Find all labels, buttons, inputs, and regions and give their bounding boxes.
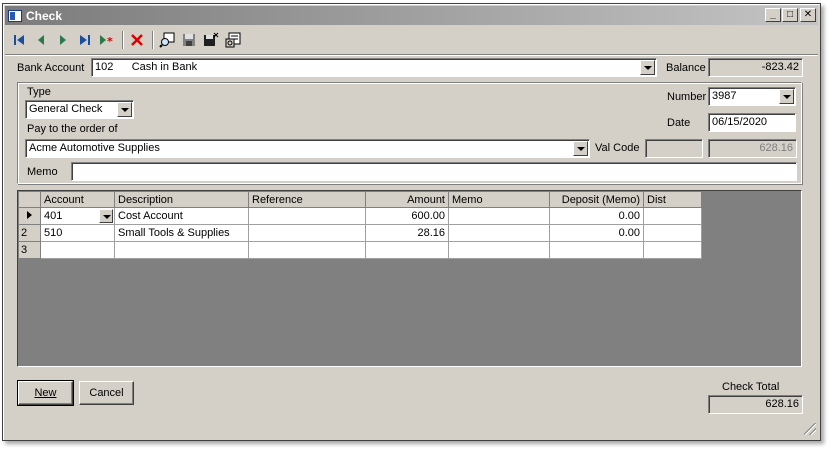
date-label: Date — [667, 117, 691, 129]
column-header-reference[interactable]: Reference — [248, 191, 366, 208]
table-row[interactable]: 401 Cost Account 600.00 0.00 — [18, 207, 702, 225]
row-header-corner — [18, 191, 41, 208]
val-code-field — [645, 139, 703, 158]
number-select[interactable]: 3987 — [708, 87, 796, 106]
save-icon[interactable] — [179, 30, 199, 50]
first-record-icon[interactable] — [9, 30, 29, 50]
dist-cell[interactable] — [643, 207, 702, 225]
deposit-cell[interactable]: 0.00 — [549, 207, 644, 225]
bank-account-label: Bank Account — [17, 62, 85, 74]
account-cell[interactable]: 510 — [40, 224, 115, 242]
check-amount-field: 628.16 — [708, 139, 797, 158]
chevron-down-icon[interactable] — [117, 102, 132, 117]
dist-cell[interactable] — [643, 241, 702, 259]
delete-icon[interactable] — [127, 30, 147, 50]
amount-cell[interactable]: 28.16 — [365, 224, 449, 242]
reference-cell[interactable] — [248, 241, 366, 259]
column-header-deposit-memo[interactable]: Deposit (Memo) — [549, 191, 644, 208]
previous-record-icon[interactable] — [31, 30, 51, 50]
amount-cell[interactable] — [365, 241, 449, 259]
balance-label: Balance — [666, 62, 706, 74]
column-header-amount[interactable]: Amount — [365, 191, 449, 208]
account-cell[interactable]: 401 — [40, 207, 115, 225]
number-value: 3987 — [712, 90, 737, 102]
column-header-dist[interactable]: Dist — [643, 191, 702, 208]
payee-value: Acme Automotive Supplies — [29, 142, 160, 154]
bank-account-select[interactable]: 102 Cash in Bank — [91, 58, 657, 77]
title-bar[interactable]: Check _ □ ✕ — [5, 6, 818, 25]
description-cell[interactable] — [114, 241, 249, 259]
cancel-button-label: Cancel — [89, 387, 124, 399]
type-select[interactable]: General Check — [25, 100, 134, 119]
new-button[interactable]: New — [17, 380, 74, 406]
description-cell[interactable]: Small Tools & Supplies — [114, 224, 249, 242]
current-row-icon — [27, 211, 32, 219]
maximize-button[interactable]: □ — [782, 8, 798, 22]
distribution-grid: Account Description Reference Amount Mem… — [17, 190, 802, 367]
last-record-icon[interactable] — [75, 30, 95, 50]
reference-cell[interactable] — [248, 207, 366, 225]
deposit-cell[interactable] — [549, 241, 644, 259]
next-record-icon[interactable] — [53, 30, 73, 50]
cancel-button[interactable]: Cancel — [79, 381, 134, 405]
chevron-down-icon[interactable] — [640, 60, 655, 75]
table-row[interactable]: 3 — [18, 241, 702, 259]
chevron-down-icon[interactable] — [779, 89, 794, 104]
new-button-label: New — [34, 387, 57, 399]
amount-cell[interactable]: 600.00 — [365, 207, 449, 225]
app-icon[interactable] — [8, 9, 22, 22]
chevron-down-icon[interactable] — [573, 141, 588, 156]
toolbar-separator — [122, 31, 124, 49]
deposit-cell[interactable]: 0.00 — [549, 224, 644, 242]
reference-cell[interactable] — [248, 224, 366, 242]
number-label: Number — [667, 91, 707, 103]
memo-label: Memo — [27, 166, 58, 178]
minimize-button[interactable]: _ — [765, 8, 781, 22]
find-icon[interactable] — [157, 30, 177, 50]
toolbar: * — [9, 29, 245, 51]
val-code-label: Val Code — [595, 142, 640, 154]
balance-field: -823.42 — [708, 58, 803, 77]
type-value: General Check — [29, 103, 103, 115]
table-row[interactable]: 2 510 Small Tools & Supplies 28.16 0.00 — [18, 224, 702, 242]
window-title: Check — [26, 8, 63, 23]
memo-cell[interactable] — [448, 207, 550, 225]
payee-select[interactable]: Acme Automotive Supplies — [25, 139, 590, 158]
column-header-memo[interactable]: Memo — [448, 191, 550, 208]
column-header-account[interactable]: Account — [40, 191, 115, 208]
row-number[interactable]: 2 — [18, 224, 41, 242]
save-close-icon[interactable] — [201, 30, 221, 50]
date-field[interactable]: 06/15/2020 — [708, 113, 796, 132]
pay-to-label: Pay to the order of — [27, 123, 118, 135]
check-total-label: Check Total — [722, 381, 780, 393]
memo-cell[interactable] — [448, 241, 550, 259]
check-total-field: 628.16 — [708, 395, 803, 414]
memo-cell[interactable] — [448, 224, 550, 242]
row-number[interactable]: 3 — [18, 241, 41, 259]
distribution-table: Account Description Reference Amount Mem… — [18, 191, 702, 259]
bank-account-value: 102 Cash in Bank — [95, 61, 198, 73]
toolbar-divider — [5, 54, 818, 56]
memo-field[interactable] — [71, 162, 797, 181]
account-cell[interactable] — [40, 241, 115, 259]
type-label: Type — [27, 86, 51, 98]
chevron-down-icon[interactable] — [99, 209, 113, 223]
toolbar-separator — [152, 31, 154, 49]
svg-text:*: * — [107, 35, 113, 46]
new-record-icon[interactable]: * — [97, 30, 117, 50]
description-cell[interactable]: Cost Account — [114, 207, 249, 225]
column-header-description[interactable]: Description — [114, 191, 249, 208]
close-button[interactable]: ✕ — [800, 8, 816, 22]
window-controls: _ □ ✕ — [764, 8, 816, 22]
row-pointer[interactable] — [18, 207, 41, 225]
properties-icon[interactable] — [223, 30, 243, 50]
grid-header-row: Account Description Reference Amount Mem… — [18, 191, 702, 208]
dist-cell[interactable] — [643, 224, 702, 242]
account-value: 401 — [44, 210, 63, 222]
resize-grip[interactable] — [804, 423, 816, 435]
